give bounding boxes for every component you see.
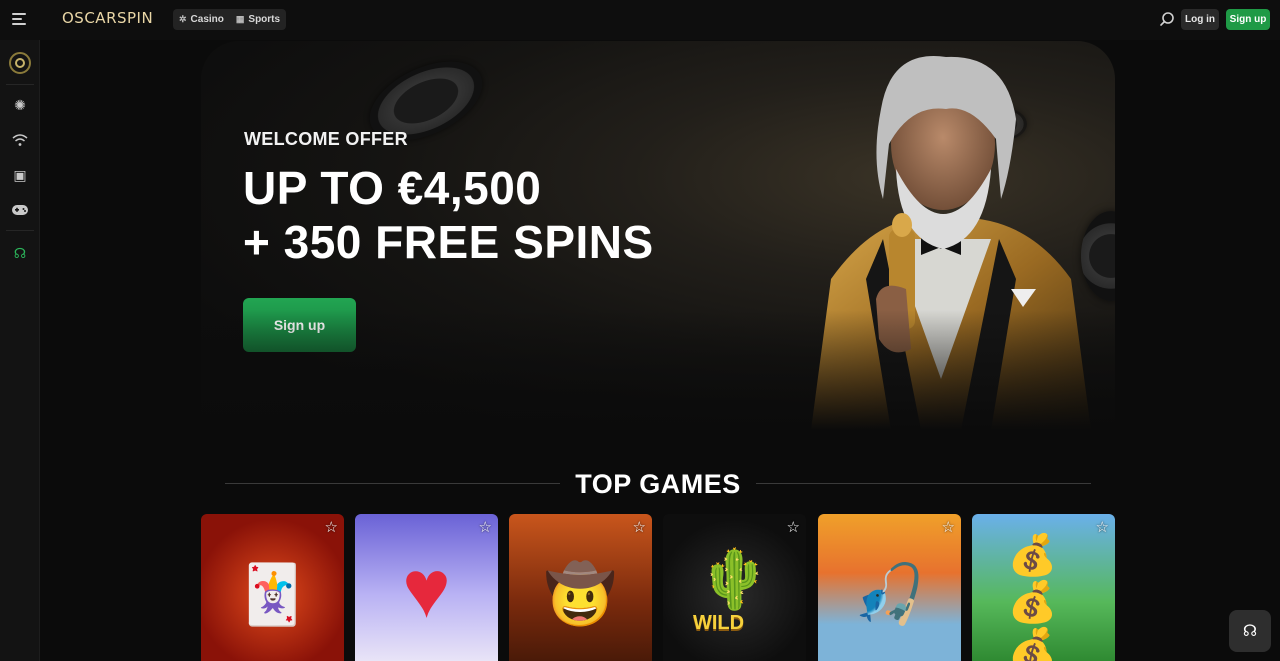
hero-headline: UP TO €4,500 + 350 FREE SPINS bbox=[243, 161, 654, 269]
favorite-star-icon[interactable]: ☆ bbox=[479, 518, 492, 536]
nav-sports-label: Sports bbox=[248, 14, 281, 25]
favorite-star-icon[interactable]: ☆ bbox=[1096, 518, 1109, 536]
favorite-star-icon[interactable]: ☆ bbox=[325, 518, 338, 536]
top-bar: OSCARSPIN ✲ Casino ▦ Sports Log in Sign … bbox=[0, 0, 1280, 40]
welcome-hero-banner: WELCOME OFFER UP TO €4,500 + 350 FREE SP… bbox=[201, 41, 1115, 430]
sidebar-divider bbox=[6, 230, 34, 231]
favorite-star-icon[interactable]: ☆ bbox=[787, 518, 800, 536]
top-nav: ✲ Casino ▦ Sports bbox=[173, 9, 287, 30]
search-icon[interactable] bbox=[1159, 11, 1175, 27]
pots-of-gold-art: 💰💰💰 bbox=[1007, 533, 1058, 661]
explorer-art: 🤠 bbox=[544, 561, 617, 627]
cactus-wild-art: 🌵 bbox=[698, 547, 771, 613]
divider-line bbox=[225, 483, 560, 484]
top-games-header: TOP GAMES bbox=[0, 467, 1280, 501]
game-card[interactable]: ♥ ☆ bbox=[355, 514, 498, 661]
hero-headline-line1: UP TO €4,500 bbox=[243, 162, 542, 214]
wild-badge: WILD bbox=[693, 612, 745, 634]
site-logo[interactable]: OSCARSPIN bbox=[62, 9, 153, 27]
nav-casino-label: Casino bbox=[190, 14, 224, 25]
headset-icon[interactable]: ☊ bbox=[0, 238, 40, 268]
game-card[interactable]: 🎣 ☆ bbox=[818, 514, 961, 661]
sidebar-divider bbox=[6, 84, 34, 85]
game-card[interactable]: 🌵 WILD ☆ bbox=[663, 514, 806, 661]
favorite-star-icon[interactable]: ☆ bbox=[942, 518, 955, 536]
nav-sports[interactable]: ▦ Sports bbox=[236, 14, 280, 25]
slots-icon[interactable]: ▣ bbox=[0, 160, 40, 190]
hero-headline-line2: + 350 FREE SPINS bbox=[243, 216, 654, 268]
live-signal-icon[interactable] bbox=[0, 125, 40, 155]
gamepad-icon[interactable] bbox=[0, 195, 40, 225]
casino-chip-icon[interactable]: ✺ bbox=[0, 90, 40, 120]
login-button[interactable]: Log in bbox=[1181, 9, 1219, 30]
divider-line bbox=[756, 483, 1091, 484]
hero-eyebrow: WELCOME OFFER bbox=[244, 129, 408, 149]
top-games-title: TOP GAMES bbox=[575, 469, 741, 499]
nav-casino[interactable]: ✲ Casino bbox=[179, 14, 224, 25]
favorite-star-icon[interactable]: ☆ bbox=[633, 518, 646, 536]
game-card[interactable]: 🃏 ☆ bbox=[201, 514, 344, 661]
game-card[interactable]: 💰💰💰 ☆ bbox=[972, 514, 1115, 661]
headset-icon: ☊ bbox=[1242, 623, 1258, 640]
game-card[interactable]: 🤠 ☆ bbox=[509, 514, 652, 661]
jester-face-art: 🃏 bbox=[236, 561, 309, 627]
heart-art: ♥ bbox=[402, 544, 451, 636]
fisherman-art: 🎣 bbox=[853, 561, 926, 627]
chip-icon: ✲ bbox=[179, 14, 187, 24]
signup-button-top[interactable]: Sign up bbox=[1226, 9, 1270, 30]
hero-fade bbox=[201, 310, 1115, 430]
brand-ring-icon[interactable] bbox=[0, 48, 40, 78]
grid-icon: ▦ bbox=[235, 14, 245, 24]
sidebar: ✺ ▣ ☊ bbox=[0, 40, 40, 661]
menu-icon[interactable] bbox=[12, 13, 26, 25]
support-chat-button[interactable]: ☊ bbox=[1229, 610, 1271, 652]
